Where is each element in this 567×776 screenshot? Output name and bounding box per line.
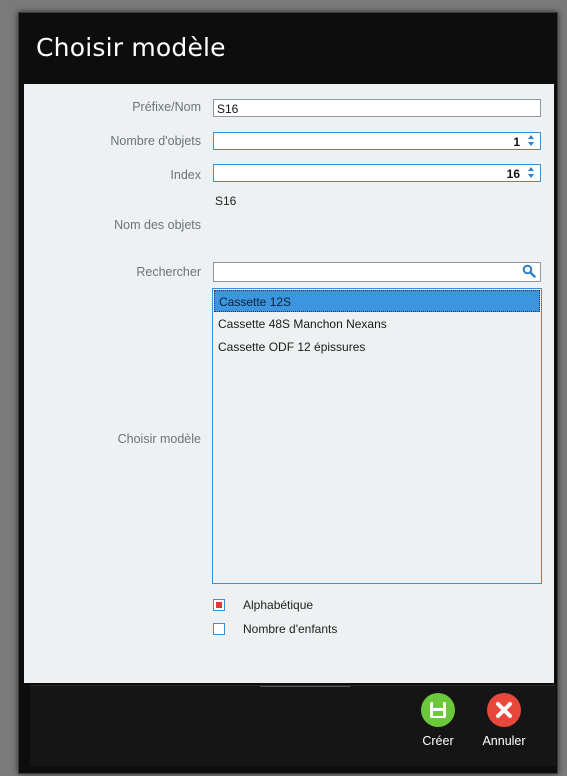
prefix-input[interactable]: S16 — [213, 99, 541, 117]
search-input[interactable] — [213, 262, 541, 282]
list-item[interactable]: Cassette 12S — [214, 290, 540, 312]
cancel-label: Annuler — [482, 734, 526, 748]
index-label: Index — [170, 168, 201, 182]
object-names-value: S16 — [215, 194, 237, 208]
model-list[interactable]: Cassette 12S Cassette 48S Manchon Nexans… — [212, 288, 542, 584]
object-count-value: 1 — [513, 135, 520, 149]
search-icon[interactable] — [522, 264, 536, 278]
index-stepper[interactable]: 16 — [213, 164, 541, 182]
object-count-label: Nombre d'objets — [110, 134, 201, 148]
model-list-label: Choisir modèle — [117, 432, 201, 446]
list-item[interactable]: Cassette ODF 12 épissures — [214, 336, 540, 358]
cancel-button[interactable]: Annuler — [474, 693, 534, 757]
sort-alphabetical-label: Alphabétique — [243, 598, 314, 612]
prefix-label: Préfixe/Nom — [132, 100, 201, 114]
sort-children-checkbox[interactable] — [213, 623, 225, 635]
create-button[interactable]: Créer — [408, 693, 468, 757]
save-icon[interactable] — [421, 693, 455, 727]
prefix-value: S16 — [217, 102, 239, 116]
spinner-arrows-icon[interactable] — [528, 134, 536, 148]
close-icon[interactable] — [487, 693, 521, 727]
search-label: Rechercher — [136, 265, 201, 279]
list-item[interactable]: Cassette 48S Manchon Nexans — [214, 313, 540, 335]
object-count-stepper[interactable]: 1 — [213, 132, 541, 150]
dialog-title: Choisir modèle — [36, 33, 226, 62]
create-label: Créer — [422, 734, 454, 748]
index-value: 16 — [506, 167, 520, 181]
spinner-arrows-icon[interactable] — [528, 166, 536, 180]
sort-alphabetical-checkbox[interactable] — [213, 599, 225, 611]
object-names-label: Nom des objets — [114, 218, 201, 232]
sort-children-label: Nombre d'enfants — [243, 622, 338, 636]
divider — [260, 686, 350, 687]
